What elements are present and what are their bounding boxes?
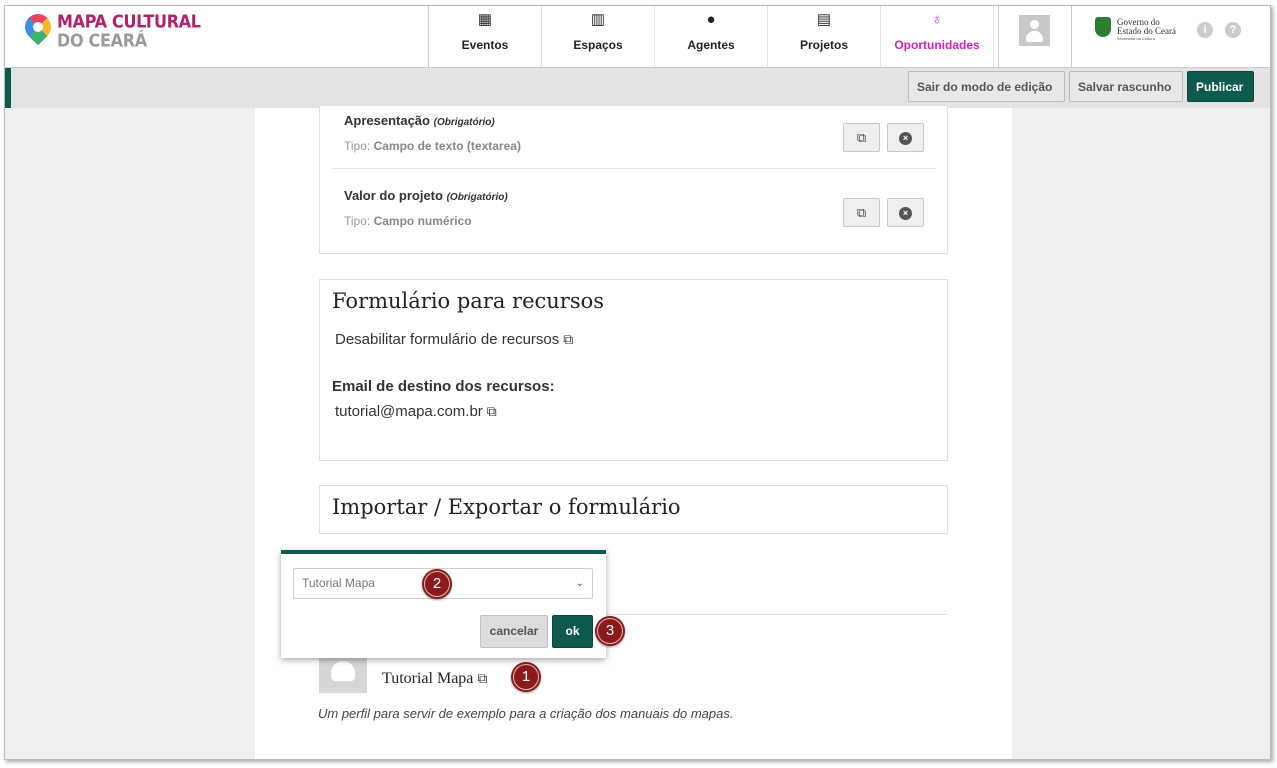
step-badge: 3 (595, 616, 625, 646)
disable-appeal-text: Desabilitar formulário de recursos (335, 331, 560, 348)
field-name: Apresentação (Obrigatório) (344, 113, 495, 128)
gov-line-2: Estado do Ceará (1117, 26, 1176, 36)
nav-oportunidades[interactable]: ♁ Oportunidades (881, 6, 994, 67)
save-draft-button[interactable]: Salvar rascunho (1069, 71, 1183, 102)
nav-eventos[interactable]: ▦ Eventos (429, 6, 542, 67)
edit-icon[interactable]: ⧉ (563, 331, 573, 348)
section-title: Formulário para recursos (332, 289, 605, 313)
divider (555, 614, 948, 615)
edit-icon: ⧉ (856, 130, 867, 145)
top-header: MAPA CULTURAL DO CEARÁ ▦ Eventos ▥ Espaç… (5, 6, 1270, 68)
content-column: Apresentação (Obrigatório) Tipo: Campo d… (255, 106, 1012, 759)
step-badge: 2 (422, 569, 452, 599)
edit-icon[interactable]: ⧉ (487, 403, 497, 420)
delete-field-button[interactable]: × (887, 198, 924, 227)
field-name: Valor do projeto (Obrigatório) (344, 188, 508, 203)
ok-button[interactable]: ok (552, 615, 593, 648)
nav-label: Eventos (461, 38, 509, 52)
site-logo[interactable]: MAPA CULTURAL DO CEARÁ (19, 8, 225, 60)
exit-edit-mode-button[interactable]: Sair do modo de edição (908, 71, 1065, 102)
nav-label: Projetos (799, 38, 848, 52)
agent-select-popover: Tutorial Mapa ⌄ cancelar ok (281, 550, 606, 658)
logo-line-2: DO CEARÁ (57, 30, 147, 51)
delete-field-button[interactable]: × (887, 123, 924, 152)
nav-agentes[interactable]: ● Agentes (655, 6, 768, 67)
field-type: Tipo: Campo de texto (textarea) (344, 139, 521, 153)
field-item: Apresentação (Obrigatório) Tipo: Campo d… (332, 108, 936, 182)
email-value: tutorial@mapa.com.br (335, 403, 483, 420)
browser-frame: MAPA CULTURAL DO CEARÁ ▦ Eventos ▥ Espaç… (4, 5, 1271, 760)
import-export-box: Importar / Exportar o formulário (319, 485, 948, 534)
close-icon: × (899, 132, 912, 146)
info-icon[interactable]: i (1197, 22, 1213, 38)
nav-label: Espaços (573, 38, 623, 52)
edit-icon[interactable]: ⧉ (477, 672, 487, 688)
form-fields-box: Apresentação (Obrigatório) Tipo: Campo d… (319, 106, 948, 254)
field-item: Valor do projeto (Obrigatório) Tipo: Cam… (332, 183, 936, 257)
agent-name-field[interactable]: Tutorial Mapa ⧉ (382, 670, 487, 688)
government-logo[interactable]: Governo do Estado do Ceará Secretaria da… (1095, 16, 1190, 42)
email-label: Email de destino dos recursos: (332, 378, 555, 395)
divider (332, 168, 936, 169)
chevron-down-icon: ⌄ (575, 578, 584, 589)
building-icon: ▥ (590, 11, 606, 28)
nav-espacos[interactable]: ▥ Espaços (542, 6, 655, 67)
lightbulb-icon: ♁ (931, 11, 943, 28)
agent-description: Um perfil para servir de exemplo para a … (318, 706, 734, 721)
step-badge: 1 (511, 662, 541, 692)
user-menu[interactable] (998, 6, 1072, 67)
publish-button[interactable]: Publicar (1187, 71, 1254, 102)
edit-icon: ⧉ (856, 205, 867, 220)
nav-label: Agentes (687, 38, 735, 52)
section-title: Importar / Exportar o formulário (332, 495, 681, 519)
logo-line-1: MAPA CULTURAL (57, 11, 201, 32)
calendar-icon: ▦ (477, 11, 493, 28)
agent-name: Tutorial Mapa (382, 670, 474, 687)
email-value-field[interactable]: tutorial@mapa.com.br ⧉ (335, 403, 497, 420)
avatar (1019, 15, 1050, 46)
disable-appeal-form[interactable]: Desabilitar formulário de recursos ⧉ (335, 331, 573, 348)
close-icon: × (899, 207, 912, 221)
agent-select-value: Tutorial Mapa (302, 576, 375, 590)
edit-field-button[interactable]: ⧉ (843, 123, 880, 152)
person-icon: ● (706, 11, 716, 28)
nav-projetos[interactable]: ▤ Projetos (768, 6, 881, 67)
nav-label: Oportunidades (894, 38, 980, 52)
document-icon: ▤ (816, 11, 832, 28)
help-icon[interactable]: ? (1225, 22, 1241, 38)
gov-line-3: Secretaria da Cultura (1117, 36, 1155, 41)
edit-field-button[interactable]: ⧉ (843, 198, 880, 227)
field-type: Tipo: Campo numérico (344, 214, 472, 228)
state-seal-icon (1095, 17, 1111, 37)
edit-mode-bar: Sair do modo de edição Salvar rascunho P… (5, 68, 1270, 108)
map-pin-icon (19, 8, 57, 46)
cancel-button[interactable]: cancelar (480, 615, 548, 648)
appeal-form-box: Formulário para recursos Desabilitar for… (319, 279, 948, 461)
main-nav: ▦ Eventos ▥ Espaços ● Agentes ▤ Projetos… (428, 6, 994, 67)
